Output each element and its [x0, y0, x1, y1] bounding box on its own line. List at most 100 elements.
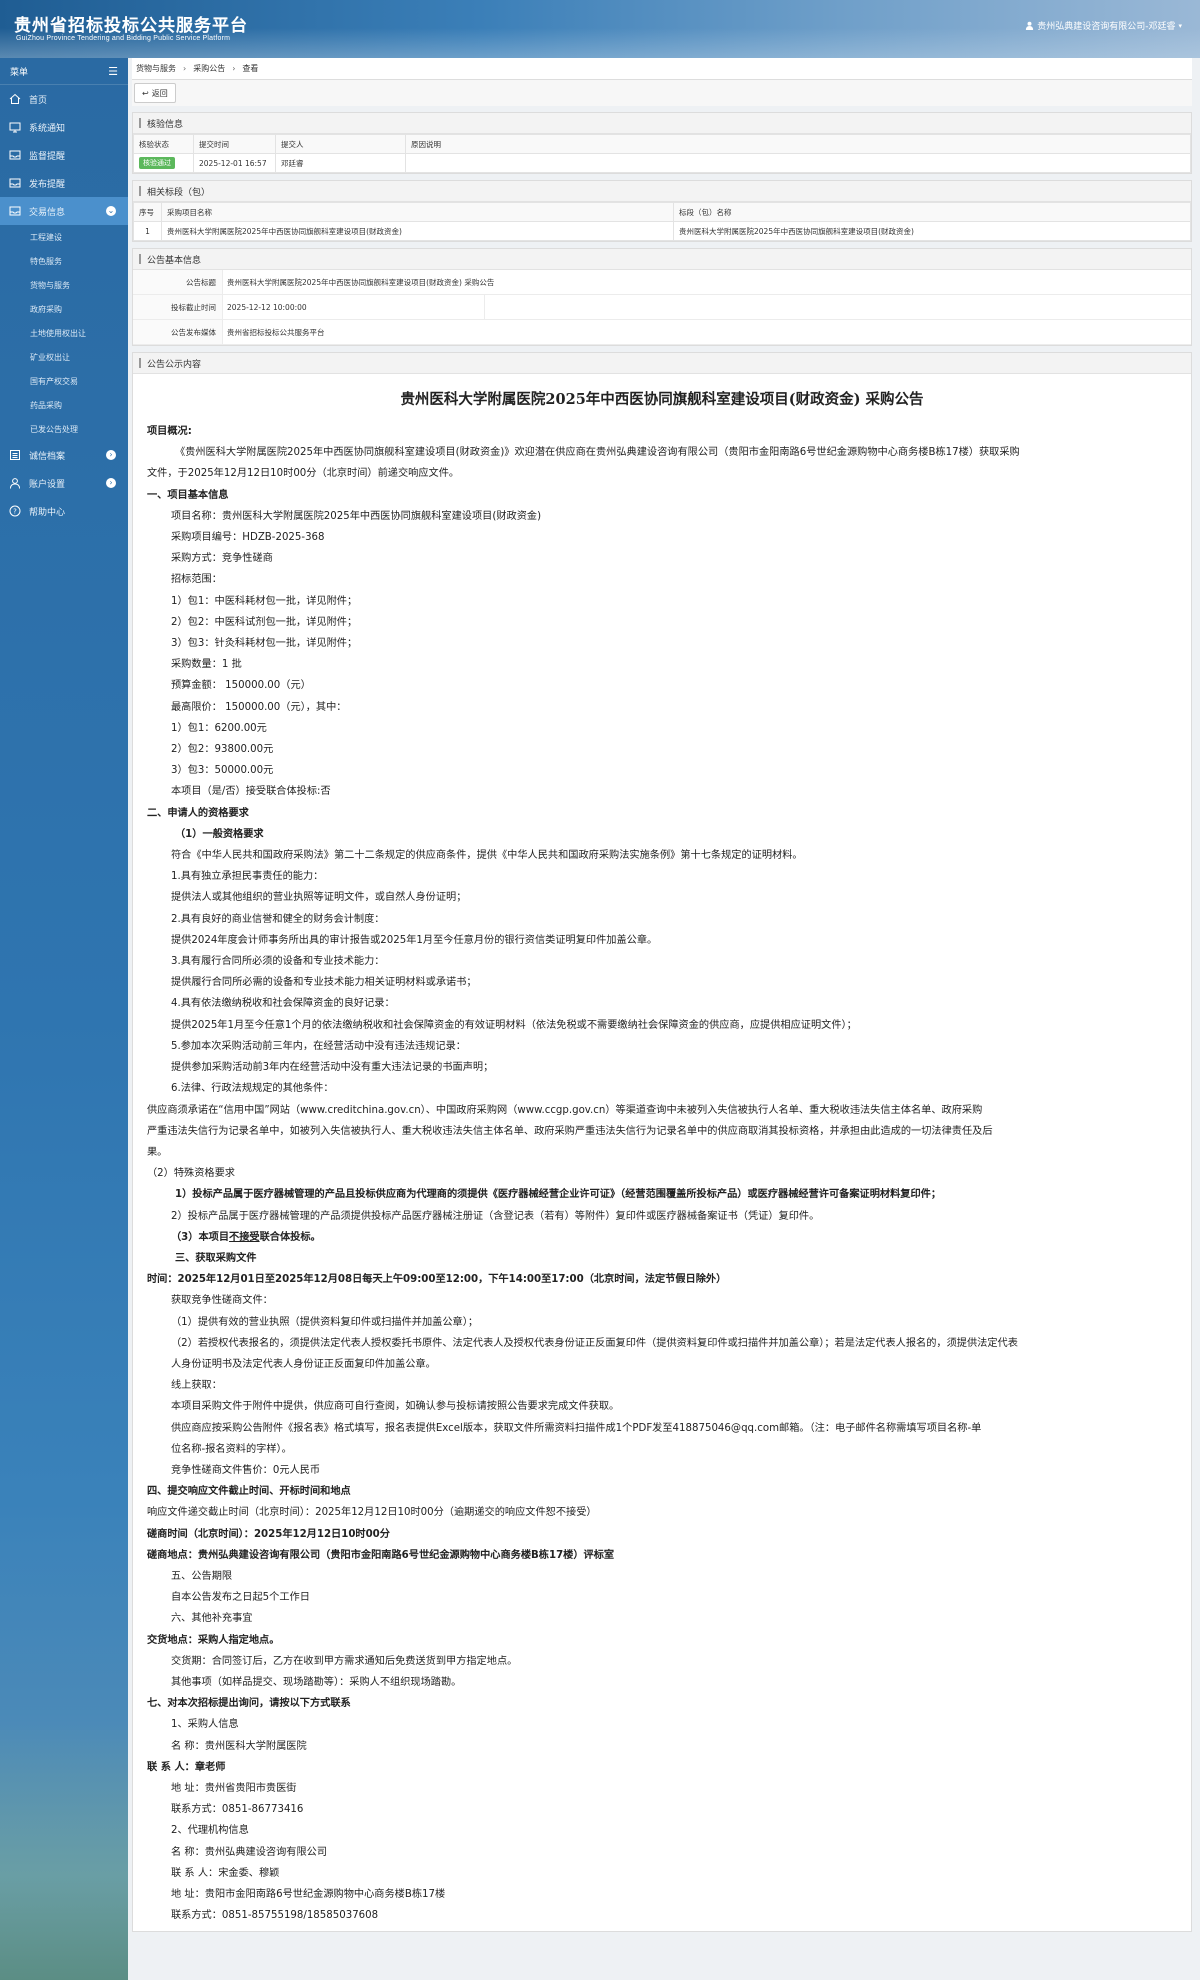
document-line: 预算金额： 150000.00（元） [171, 680, 311, 692]
sidebar-sub-published[interactable]: 已发公告处理 [0, 417, 128, 441]
col-section: 标段（包）名称 [673, 202, 1191, 222]
document-line: 地 址：贵阳市金阳南路6号世纪金源购物中心商务楼B栋17楼 [171, 1889, 446, 1901]
document-line: 其他事项（如样品提交、现场踏勘等）：采购人不组织现场踏勘。 [171, 1676, 462, 1688]
info-value: 2025-12-12 10:00:00 [223, 295, 485, 319]
document-line: 一、项目基本信息 [147, 489, 229, 501]
sidebar-sub-mining[interactable]: 矿业权出让 [0, 345, 128, 369]
sidebar-item-label: 帮助中心 [29, 507, 66, 518]
document-body: 项目概况: 《贵州医科大学附属医院2025年中西医协同旗舰科室建设项目(财政资金)… [133, 421, 1191, 1926]
document-line: 磋商时间（北京时间）：2025年12月12日10时00分 [147, 1528, 390, 1540]
document-line: 五、公告期限 [171, 1570, 233, 1582]
toolbar: ↩ 返回 [132, 80, 1192, 106]
breadcrumb-announcement[interactable]: 采购公告 [193, 63, 225, 74]
sidebar-item-trade[interactable]: 交易信息 ⌄ [0, 197, 128, 225]
info-label: 投标截止时间 [133, 295, 223, 319]
sidebar: 菜单 ☰ 首页 系统通知 监督提醒 发布提醒 交易信息 ⌄ 工程建设 特色服务 … [0, 58, 128, 1980]
sidebar-item-credit[interactable]: 诚信档案 › [0, 441, 128, 469]
document-line: 4.具有依法缴纳税收和社会保障资金的良好记录： [171, 998, 395, 1010]
document-line: 2）投标产品属于医疗器械管理的产品须提供投标产品医疗器械注册证（含登记表（若有）… [171, 1210, 820, 1222]
info-label: 公告标题 [133, 270, 223, 294]
table-row: 核验通过 2025-12-01 16:57 邓廷睿 [133, 153, 1191, 173]
cell-time: 2025-12-01 16:57 [193, 153, 276, 173]
document-line: 项目概况: [147, 426, 192, 437]
sidebar-item-label: 发布提醒 [29, 179, 66, 190]
sidebar-item-label: 账户设置 [29, 479, 66, 490]
sidebar-item-label: 系统通知 [29, 123, 66, 134]
sidebar-item-account[interactable]: 账户设置 › [0, 469, 128, 497]
sidebar-sub-drug[interactable]: 药品采购 [0, 393, 128, 417]
platform-title: 贵州省招标投标公共服务平台 [14, 16, 248, 36]
col-no: 序号 [133, 202, 162, 222]
hamburger-icon[interactable]: ☰ [108, 65, 118, 78]
verify-panel: 核验信息 核验状态 提交时间 提交人 原因说明 核验通过 2025-12-01 … [132, 112, 1192, 174]
chevron-right-icon: › [106, 450, 116, 460]
document-line: 线上获取： [171, 1380, 222, 1392]
document-line: 提供法人或其他组织的营业执照等证明文件，或自然人身份证明； [171, 892, 467, 904]
info-row-title: 公告标题 贵州医科大学附属医院2025年中西医协同旗舰科室建设项目(财政资金) … [133, 270, 1191, 295]
panel-header: 相关标段（包） [133, 181, 1191, 202]
document-line: 获取竞争性磋商文件： [171, 1295, 273, 1307]
col-status: 核验状态 [133, 134, 194, 154]
sidebar-sub-engineering[interactable]: 工程建设 [0, 225, 128, 249]
sidebar-sub-special[interactable]: 特色服务 [0, 249, 128, 273]
cell-person: 邓廷睿 [275, 153, 406, 173]
document-line: 四、提交响应文件截止时间、开标时间和地点 [147, 1486, 351, 1498]
document-line: 时间：2025年12月01日至2025年12月08日每天上午09:00至12:0… [147, 1274, 727, 1286]
sidebar-sub-property[interactable]: 国有产权交易 [0, 369, 128, 393]
sidebar-sub-goods[interactable]: 货物与服务 [0, 273, 128, 297]
document-line: 三、获取采购文件 [175, 1252, 257, 1264]
panel-title: 核验信息 [147, 119, 184, 130]
breadcrumb-view: 查看 [242, 64, 259, 73]
back-icon: ↩ [142, 88, 149, 98]
table-header-row: 核验状态 提交时间 提交人 原因说明 [133, 134, 1191, 154]
user-menu[interactable]: 贵州弘典建设咨询有限公司-邓廷睿 ▾ [1025, 19, 1182, 32]
breadcrumb-goods[interactable]: 货物与服务 [136, 63, 176, 74]
document-line: （2）特殊资格要求 [147, 1168, 235, 1180]
document-line: 1）投标产品属于医疗器械管理的产品且投标供应商为代理商的须提供《医疗器械经营企业… [175, 1189, 942, 1201]
panel-title: 相关标段（包） [147, 187, 211, 198]
document-line: 提供履行合同所必需的设备和专业技术能力相关证明材料或承诺书； [171, 977, 477, 989]
panel-header: 公告基本信息 [133, 249, 1191, 270]
basic-info-panel: 公告基本信息 公告标题 贵州医科大学附属医院2025年中西医协同旗舰科室建设项目… [132, 248, 1192, 346]
document-line: 七、对本次招标提出询问，请按以下方式联系 [147, 1698, 351, 1710]
document-line: 人身份证明书及法定代表人身份证正反面复印件加盖公章。 [171, 1358, 436, 1370]
document-title: 贵州医科大学附属医院2025年中西医协同旗舰科室建设项目(财政资金) 采购公告 [400, 391, 924, 408]
sidebar-item-publish[interactable]: 发布提醒 [0, 169, 128, 197]
document-line: 最高限价： 150000.00（元），其中： [171, 701, 347, 713]
main-content: 货物与服务 › 采购公告 › 查看 ↩ 返回 核验信息 核验状态 提交时间 提交… [132, 58, 1192, 1980]
sidebar-sub-land[interactable]: 土地使用权出让 [0, 321, 128, 345]
document-line: 交货地点：采购人指定地点。 [147, 1634, 280, 1646]
caret-down-icon: ▾ [1178, 21, 1182, 30]
help-icon: ? [9, 505, 21, 517]
chevron-right-icon: › [106, 478, 116, 488]
document-line: （1）一般资格要求 [175, 828, 264, 840]
sidebar-item-label: 诚信档案 [29, 451, 66, 462]
info-label: 公告发布媒体 [133, 320, 223, 344]
inbox-icon [9, 150, 21, 160]
document-line: 2、代理机构信息 [171, 1825, 249, 1837]
document-line: 1、采购人信息 [171, 1719, 239, 1731]
sidebar-sub-gov[interactable]: 政府采购 [0, 297, 128, 321]
panel-header: 公告公示内容 [133, 353, 1191, 374]
content-panel: 公告公示内容 贵州医科大学附属医院2025年中西医协同旗舰科室建设项目(财政资金… [132, 352, 1192, 1932]
document-line: （1）提供有效的营业执照（提供资料复印件或扫描件并加盖公章）； [171, 1316, 479, 1328]
document-line: 本项目（是/否）接受联合体投标:否 [171, 786, 331, 798]
back-button[interactable]: ↩ 返回 [134, 83, 176, 103]
sidebar-item-supervise[interactable]: 监督提醒 [0, 141, 128, 169]
info-value: 贵州医科大学附属医院2025年中西医协同旗舰科室建设项目(财政资金) 采购公告 [227, 277, 495, 287]
chevron-right-icon: › [232, 64, 236, 73]
document-line: 供应商须承诺在“信用中国”网站（www.creditchina.gov.cn）、… [147, 1104, 983, 1116]
sidebar-item-home[interactable]: 首页 [0, 85, 128, 113]
document-line: 本项目采购文件于附件中提供，供应商可自行查阅，如确认参与投标请按照公告要求完成文… [171, 1401, 620, 1413]
status-badge: 核验通过 [139, 157, 175, 169]
sidebar-item-help[interactable]: ? 帮助中心 [0, 497, 128, 525]
chevron-down-icon: ⌄ [106, 206, 116, 216]
document-line: （2）若授权代表报名的，须提供法定代表人授权委托书原件、法定代表人及授权代表身份… [171, 1337, 1018, 1349]
document-line: 6.法律、行政法规规定的其他条件： [171, 1083, 334, 1095]
back-label: 返回 [151, 88, 168, 98]
sidebar-item-notice[interactable]: 系统通知 [0, 113, 128, 141]
document-line: 供应商应按采购公告附件《报名表》格式填写，报名表提供Excel版本，获取文件所需… [171, 1422, 982, 1434]
cell-project: 贵州医科大学附属医院2025年中西医协同旗舰科室建设项目(财政资金) [161, 221, 674, 241]
table-header-row: 序号 采购项目名称 标段（包）名称 [133, 202, 1191, 222]
cell-reason [405, 153, 1191, 173]
